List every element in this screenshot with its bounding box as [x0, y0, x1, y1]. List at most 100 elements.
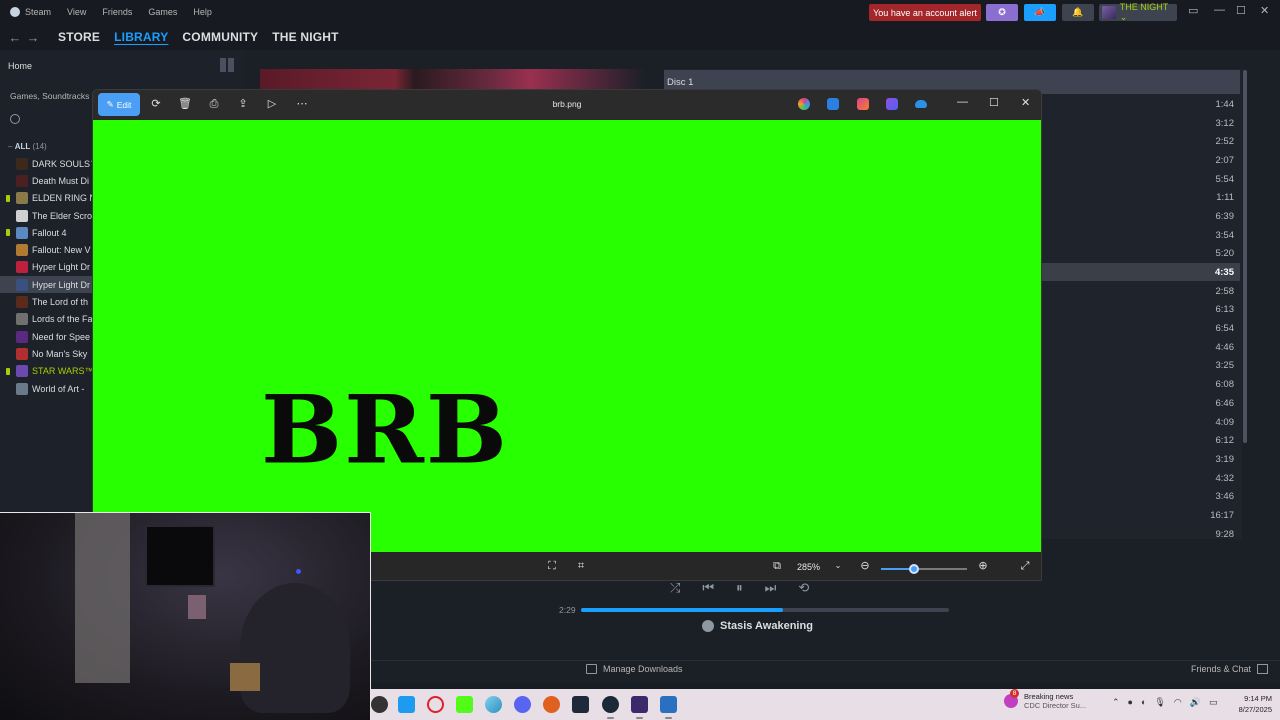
collection-count: (14)	[32, 142, 47, 151]
menu-games[interactable]: Games	[140, 7, 185, 17]
zoom-in-icon[interactable]: ⊕	[977, 560, 989, 572]
minimize-button[interactable]: —	[1214, 4, 1225, 16]
user-menu-button[interactable]: THE NIGHT ⌄	[1099, 2, 1177, 22]
tray-app-icon[interactable]: ●	[1128, 697, 1133, 708]
track-duration[interactable]: 2:58	[1100, 282, 1235, 301]
chevron-down-icon[interactable]: ⌄	[832, 560, 844, 572]
zoom-out-icon[interactable]: ⊖	[859, 560, 871, 572]
paint-icon[interactable]	[857, 98, 869, 110]
pause-icon[interactable]: ⏸	[736, 580, 743, 596]
taskbar-app-icon[interactable]	[371, 696, 388, 713]
taskbar-clock[interactable]: 9:14 PM 8/27/2025	[1222, 693, 1272, 715]
track-duration[interactable]: 6:12	[1100, 431, 1235, 450]
shuffle-icon[interactable]: ⤮	[670, 580, 680, 596]
track-duration[interactable]: 4:32	[1100, 469, 1235, 488]
big-picture-icon[interactable]: ▭	[1188, 4, 1198, 17]
microphone-icon[interactable]: 🎙	[1154, 697, 1165, 708]
forward-arrow-icon[interactable]: →	[24, 30, 42, 45]
previous-icon[interactable]: ⏮	[702, 580, 714, 596]
viewer-close-button[interactable]: ✕	[1021, 96, 1030, 109]
track-duration[interactable]: 3:12	[1100, 114, 1235, 133]
menu-friends[interactable]: Friends	[94, 7, 140, 17]
search-icon[interactable]	[10, 114, 20, 124]
actual-size-icon[interactable]: ⧉	[771, 560, 783, 572]
game-icon	[16, 278, 28, 291]
track-duration[interactable]: 5:20	[1100, 245, 1235, 264]
track-duration[interactable]: 6:46	[1100, 394, 1235, 413]
friends-chat-button[interactable]: Friends & Chat	[1191, 664, 1269, 674]
zoom-dropdown[interactable]: 285%	[797, 562, 820, 572]
menu-steam[interactable]: Steam	[23, 7, 59, 17]
zoom-slider-thumb[interactable]	[908, 564, 919, 574]
chevron-up-icon[interactable]: ⌃	[1112, 697, 1120, 708]
menu-view[interactable]: View	[59, 7, 94, 17]
filmstrip-icon[interactable]: ⌗	[575, 560, 587, 572]
track-duration[interactable]: 1:11	[1100, 188, 1234, 207]
firefox-icon[interactable]	[543, 696, 560, 713]
track-duration[interactable]: 4:35	[1100, 263, 1234, 282]
fullscreen-icon[interactable]: ⤢	[1019, 560, 1031, 572]
repeat-icon[interactable]: ⟲	[798, 580, 809, 596]
twitter-icon[interactable]	[398, 696, 415, 713]
snipping-tool-icon[interactable]	[485, 696, 502, 713]
track-duration[interactable]: 1:44	[1100, 95, 1235, 114]
grid-view-icon[interactable]	[220, 58, 234, 72]
menu-help[interactable]: Help	[185, 7, 220, 17]
steam-icon[interactable]	[602, 696, 619, 719]
battery-icon[interactable]: ▭	[1209, 697, 1218, 708]
track-duration[interactable]: 9:28	[1100, 525, 1235, 544]
news-widget[interactable]: 8 Breaking news CDC Director Su...	[1004, 689, 1086, 710]
volume-icon[interactable]: 🔊	[1190, 697, 1201, 708]
track-duration[interactable]: 3:54	[1100, 226, 1235, 245]
viewer-maximize-button[interactable]: ☐	[989, 96, 999, 109]
steam-points-button[interactable]: ✪	[986, 4, 1018, 21]
maximize-button[interactable]: ☐	[1236, 4, 1246, 17]
collection-all-header[interactable]: – ALL (14)	[8, 142, 47, 151]
tab-profile[interactable]: THE NIGHT	[272, 30, 338, 44]
tab-community[interactable]: COMMUNITY	[182, 30, 258, 44]
sidebar-filter-dropdown[interactable]: Games, Soundtracks	[10, 91, 89, 101]
sidebar-home[interactable]: Home	[0, 55, 244, 77]
account-alert-button[interactable]: You have an account alert	[869, 4, 981, 21]
track-duration[interactable]: 2:07	[1100, 151, 1235, 170]
image-canvas[interactable]: BRB	[93, 120, 1041, 552]
onedrive-icon[interactable]	[915, 100, 927, 108]
track-duration[interactable]: 2:52	[1100, 132, 1235, 151]
track-duration[interactable]: 4:09	[1100, 413, 1235, 432]
announcement-button[interactable]: 📣	[1024, 4, 1056, 21]
zoom-slider[interactable]	[881, 564, 967, 574]
kick-icon[interactable]	[456, 696, 473, 713]
track-duration[interactable]: 6:13	[1100, 301, 1235, 320]
tab-store[interactable]: STORE	[58, 30, 100, 44]
discord-icon[interactable]	[514, 696, 531, 713]
designer-icon[interactable]	[827, 98, 839, 110]
track-duration[interactable]: 4:46	[1100, 338, 1235, 357]
opera-icon[interactable]	[427, 696, 444, 713]
track-duration[interactable]: 5:54	[1100, 170, 1235, 189]
playback-progress[interactable]	[581, 608, 949, 612]
track-duration[interactable]: 16:17	[1100, 506, 1234, 525]
track-duration[interactable]: 6:08	[1100, 375, 1235, 394]
obs-icon[interactable]	[631, 696, 648, 719]
fit-view-icon[interactable]: ⛶	[546, 560, 558, 572]
photos-icon[interactable]	[660, 696, 677, 719]
terminal-icon[interactable]	[572, 696, 589, 713]
notifications-button[interactable]: 🔔	[1062, 4, 1094, 21]
close-button[interactable]: ✕	[1260, 4, 1269, 17]
clipchamp-icon[interactable]	[886, 98, 898, 110]
track-scrollbar[interactable]	[1243, 70, 1247, 443]
back-arrow-icon[interactable]: ←	[6, 30, 24, 45]
track-duration[interactable]: 3:25	[1100, 357, 1235, 376]
wifi-icon[interactable]: ◠	[1174, 697, 1182, 708]
track-duration[interactable]: 3:46	[1100, 487, 1235, 506]
copilot-icon[interactable]	[798, 98, 810, 110]
track-duration[interactable]: 3:19	[1100, 450, 1235, 469]
viewer-minimize-button[interactable]: —	[957, 96, 968, 108]
next-icon[interactable]: ⏭	[765, 580, 777, 596]
manage-downloads-button[interactable]: Manage Downloads	[586, 664, 683, 674]
track-duration[interactable]: 6:39	[1100, 207, 1235, 226]
tray-shield-icon[interactable]: ◐	[1141, 697, 1146, 708]
now-playing-title: Stasis Awakening	[720, 620, 813, 632]
track-duration[interactable]: 6:54	[1100, 319, 1235, 338]
tab-library[interactable]: LIBRARY	[114, 30, 168, 44]
